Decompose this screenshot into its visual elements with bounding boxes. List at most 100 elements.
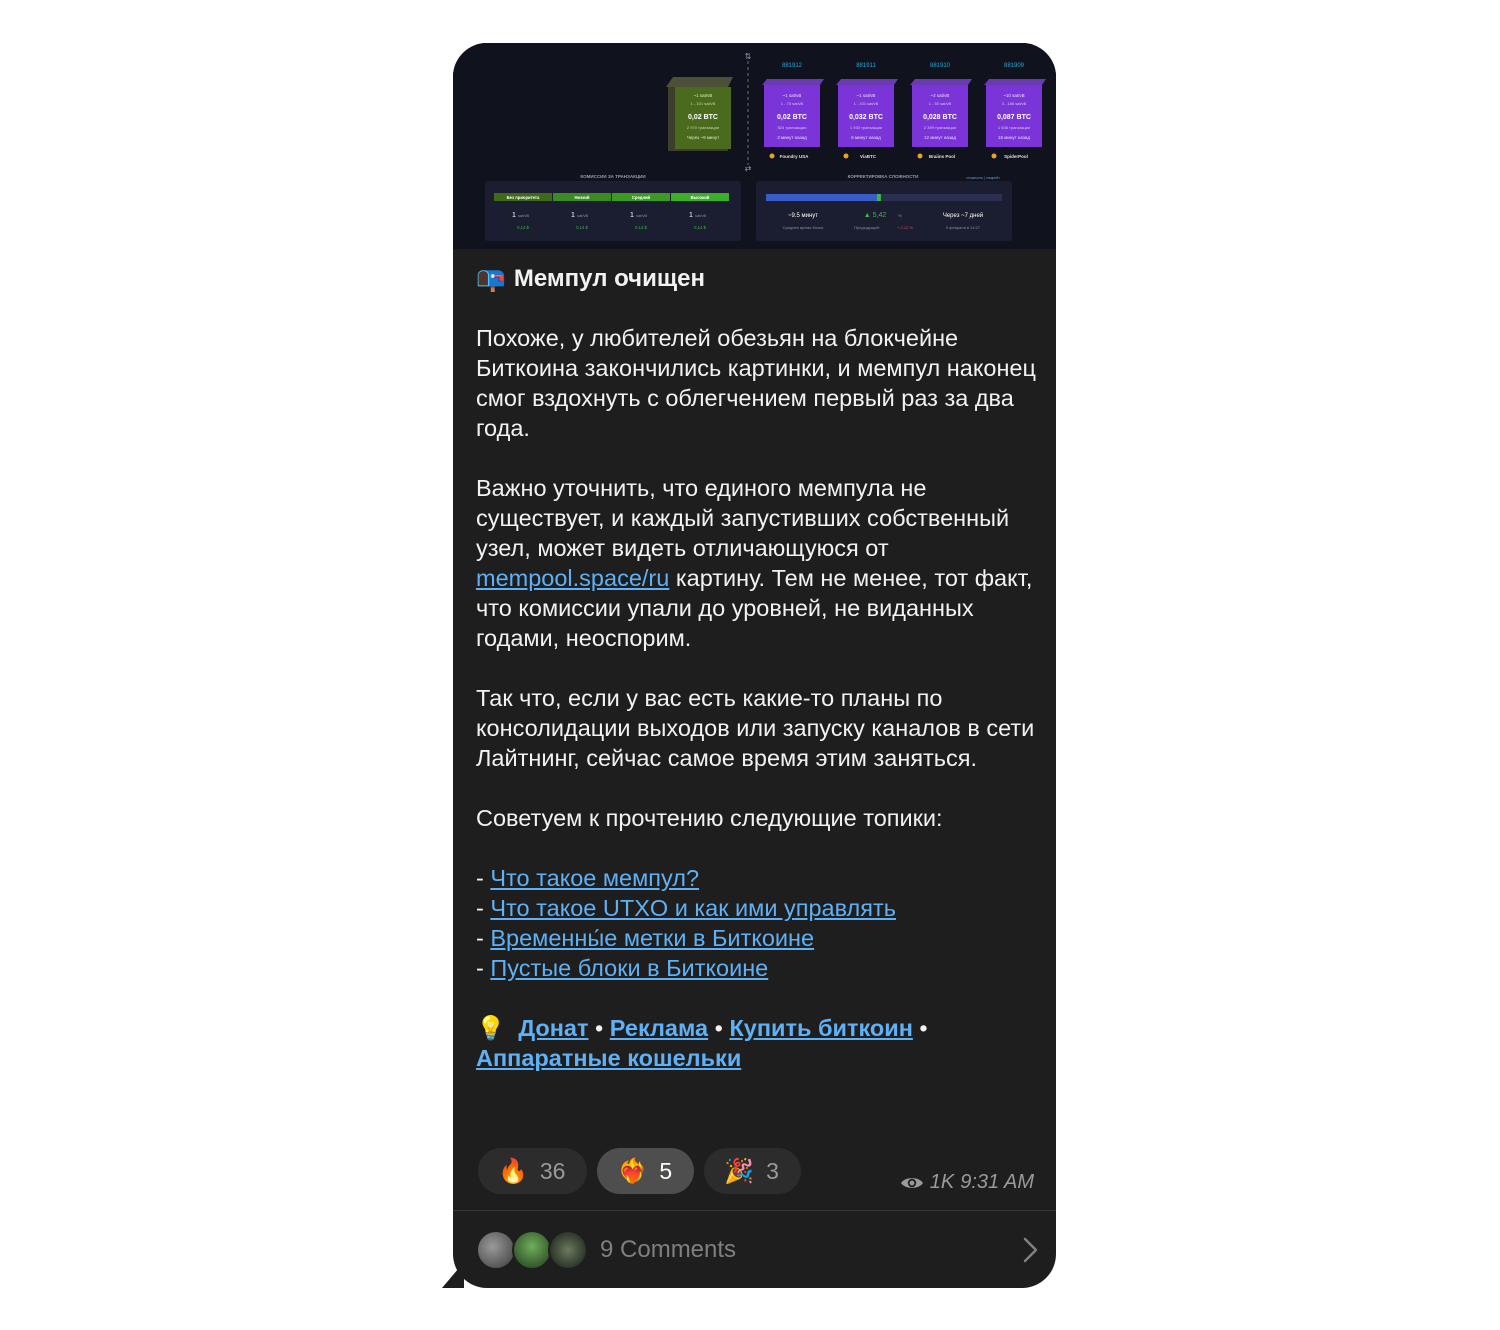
ads-link[interactable]: Реклама: [610, 1015, 708, 1041]
lightbulb-icon: 💡: [476, 1015, 506, 1041]
pending-btc: 0,02 BTC: [688, 114, 718, 121]
pending-block-top: [666, 77, 733, 87]
difficulty-tabs[interactable]: сложность | хэшрейт: [966, 176, 1000, 180]
paragraph-1: Похоже, у любителей обезьян на блокчейне…: [476, 325, 1036, 441]
fire-icon: 🔥: [498, 1157, 528, 1185]
block-top: [762, 79, 824, 85]
reaction-party[interactable]: 🎉 3: [704, 1148, 801, 1194]
hardware-wallets-link[interactable]: Аппаратные кошельки: [476, 1045, 741, 1071]
avatar: [548, 1229, 588, 1270]
topic-links: - Что такое мемпул? - Что такое UTXO и к…: [476, 865, 896, 981]
fee-tier-unit: sat/vB: [518, 213, 529, 218]
difficulty-panel: [756, 181, 1012, 241]
avatar: [476, 1229, 516, 1270]
post-text: 📭 Мемпул очищен Похоже, у любителей обез…: [476, 263, 1036, 1073]
block-fee: ~1 sat/vB: [783, 93, 802, 98]
block-btc: 0,02 BTC: [777, 114, 807, 121]
block-range: 1 - 101 sat/vB: [854, 101, 879, 106]
difficulty-progress-fill: [766, 194, 877, 201]
topic-link-utxo[interactable]: Что такое UTXO и как ими управлять: [490, 895, 896, 921]
block-ago: 6 минут назад: [851, 135, 881, 140]
party-popper-icon: 🎉: [724, 1157, 755, 1185]
block-tx: 1 636 транзакции: [998, 125, 1030, 130]
heart-on-fire-icon: ❤️‍🔥: [617, 1157, 648, 1185]
block-tx: 1 930 транзакции: [850, 125, 882, 130]
pool-icon: [769, 153, 775, 159]
fee-tier-value: 1: [512, 212, 516, 219]
block-height[interactable]: 881912: [782, 63, 803, 69]
comments-button[interactable]: 9 Comments: [453, 1211, 1056, 1288]
commenter-avatars: [476, 1229, 596, 1270]
fee-tier-usd: 0,14 $: [517, 225, 529, 230]
eye-icon: [900, 1177, 923, 1188]
reaction-count: 3: [766, 1157, 779, 1184]
block-top: [910, 79, 972, 85]
block-ago: 16 минут назад: [998, 135, 1030, 140]
mailbox-icon: 📭: [476, 265, 506, 293]
block-btc: 0,087 BTC: [997, 114, 1031, 121]
difficulty-change: ▲ 5,42: [864, 212, 887, 219]
pool-name: Foundry USA: [780, 154, 809, 159]
difficulty-eta: Через ~7 дней: [943, 212, 983, 219]
reactions-bar: 🔥 36 ❤️‍🔥 5 🎉 3: [478, 1148, 801, 1194]
fee-tier-unit: sat/vB: [695, 213, 706, 218]
pending-tx: 2 970 транзакции: [687, 125, 719, 130]
difficulty-prev: + 2,12 %: [897, 225, 913, 230]
paragraph-2: Важно уточнить, что единого мемпула не с…: [476, 473, 1036, 653]
swap-icon-bottom: ⇄: [745, 164, 752, 173]
block-height[interactable]: 881910: [930, 63, 951, 69]
block-range: 3 - 186 sat/vB: [1002, 101, 1027, 106]
fees-title: КОМИССИИ ЗА ТРАНЗАКЦИИ: [580, 174, 645, 179]
pending-eta: Через ~9 минут: [687, 135, 720, 140]
block-height[interactable]: 881909: [1004, 63, 1025, 69]
post-title-row: 📭 Мемпул очищен: [476, 263, 1036, 295]
block-top: [836, 79, 898, 85]
block-ago: 12 минут назад: [924, 135, 956, 140]
fee-tier-value: 1: [689, 212, 693, 219]
comments-count: 9 Comments: [600, 1235, 737, 1263]
fee-tier-value: 1: [571, 212, 575, 219]
footer-links: 💡 Донат • Реклама • Купить биткоин • Апп…: [476, 1015, 928, 1071]
difficulty-change-unit: %: [898, 213, 902, 218]
avatar: [512, 1229, 552, 1270]
fee-tier-value: 1: [630, 212, 634, 219]
reaction-fire[interactable]: 🔥 36: [478, 1148, 588, 1194]
post-title: Мемпул очищен: [513, 265, 705, 292]
donate-link[interactable]: Донат: [518, 1015, 588, 1041]
fee-tier-label: Высокий: [691, 195, 710, 200]
mempool-screenshot[interactable]: ~1 sat/vB 1 - 101 sat/vB 0,02 BTC 2 970 …: [453, 43, 1056, 249]
paragraph-4: Советуем к прочтению следующие топики:: [476, 805, 943, 831]
fee-tier-usd: 0,14 $: [576, 225, 588, 230]
swap-icon: ⇅: [745, 52, 752, 61]
block-fee: ~2 sat/vB: [931, 93, 950, 98]
message-meta: 1K 9:31 AM: [900, 1171, 1034, 1194]
difficulty-prev-label: Предыдущий:: [854, 225, 880, 230]
reaction-count: 36: [539, 1157, 566, 1184]
fee-tier-label: Средний: [632, 195, 651, 200]
pending-range: 1 - 101 sat/vB: [691, 101, 716, 106]
topic-link-empty-blocks[interactable]: Пустые блоки в Биткоине: [490, 955, 768, 981]
fee-tier-label: Низкий: [575, 195, 590, 200]
paragraph-2-start: Важно уточнить, что единого мемпула не с…: [476, 475, 1010, 561]
difficulty-avg-label: Среднее время блока: [783, 225, 825, 230]
block-btc: 0,032 BTC: [849, 114, 883, 121]
topic-link-mempool[interactable]: Что такое мемпул?: [490, 865, 699, 891]
block-range: 1 - 75 sat/vB: [781, 101, 804, 106]
reaction-heart-on-fire[interactable]: ❤️‍🔥 5: [597, 1148, 695, 1194]
block-tx: 2 399 транзакции: [924, 125, 956, 130]
buy-bitcoin-link[interactable]: Купить биткоин: [729, 1015, 912, 1041]
pool-icon: [843, 153, 849, 159]
pool-name: ViaBTC: [860, 154, 877, 159]
pool-icon: [917, 153, 923, 159]
block-height[interactable]: 881911: [856, 63, 876, 69]
difficulty-progress-marker: [876, 194, 881, 201]
difficulty-date: 9 февраля в 14:27: [946, 225, 981, 230]
chevron-right-icon: [1023, 1237, 1038, 1263]
topic-link-timestamps[interactable]: Временны́е метки в Биткоине: [490, 925, 814, 951]
reaction-count: 5: [659, 1157, 673, 1184]
block-top: [984, 79, 1046, 85]
pending-fee: ~1 sat/vB: [694, 93, 713, 98]
pool-name: SpiderPool: [1004, 154, 1028, 159]
message-time: 9:31 AM: [960, 1171, 1034, 1193]
mempool-link[interactable]: mempool.space/ru: [476, 565, 669, 591]
